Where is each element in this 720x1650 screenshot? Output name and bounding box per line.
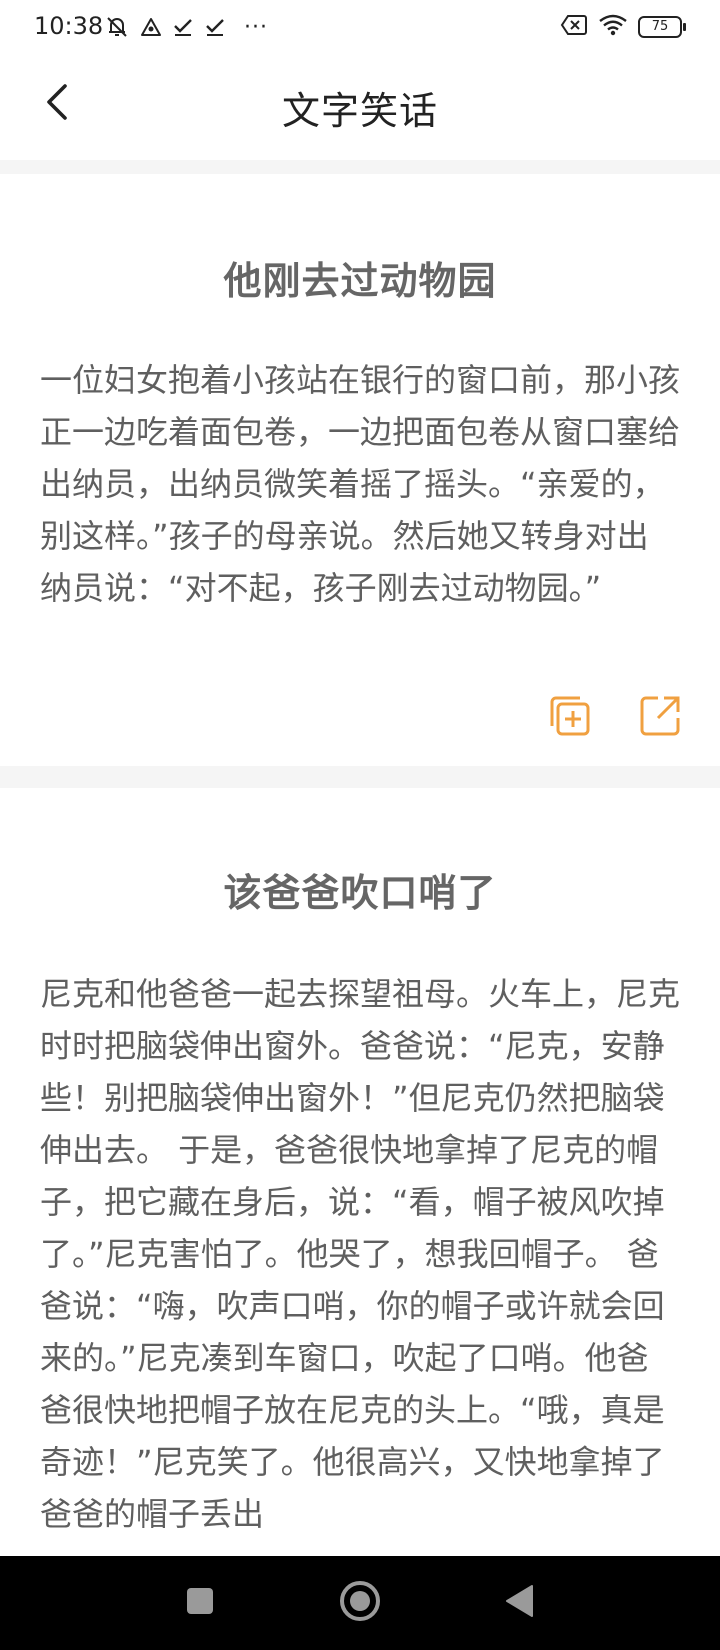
system-back-button[interactable] [496,1579,544,1627]
joke-title: 该爸爸吹口哨了 [223,871,497,915]
joke-body: 一位妇女抱着小孩站在银行的窗口前，那小孩正一边吃着面包卷，一边把面包卷从窗口塞给… [40,361,681,607]
status-time: 10:38 [34,12,104,40]
status-bar: 10:38 ··· 75 [0,0,720,56]
system-nav-bar [0,1556,720,1650]
mute-bell-icon [104,14,130,40]
recents-button[interactable] [176,1579,224,1627]
wifi-icon [598,14,628,40]
joke-card: 该爸爸吹口哨了 尼克和他爸爸一起去探望祖母。火车上，尼克时时把脑袋伸出窗外。爸爸… [0,788,720,1556]
page-title: 文字笑话 [281,89,438,133]
home-button[interactable] [336,1579,384,1627]
check-icon [204,16,226,38]
status-right-icons: 75 [560,13,686,41]
check-icon [172,16,194,38]
triangle-icon [140,16,162,38]
status-left-icons: ··· [104,14,268,40]
joke-body: 尼克和他爸爸一起去探望祖母。火车上，尼克时时把脑袋伸出窗外。爸爸说：“尼克，安静… [40,975,681,1533]
joke-actions [548,692,682,740]
recents-square-icon [185,1586,215,1620]
more-icon: ··· [244,14,268,40]
joke-card: 他刚去过动物园 一位妇女抱着小孩站在银行的窗口前，那小孩正一边吃着面包卷，一边把… [0,174,720,766]
home-circle-icon [338,1579,382,1627]
back-triangle-icon [504,1584,536,1622]
copy-add-icon[interactable] [548,694,592,738]
nav-bar: 文字笑话 [0,56,720,160]
divider [0,766,720,788]
divider [0,160,720,174]
joke-title: 他刚去过动物园 [223,259,497,303]
sim-off-icon [560,14,588,40]
battery-icon: 75 [638,16,686,38]
share-icon[interactable] [638,694,682,738]
